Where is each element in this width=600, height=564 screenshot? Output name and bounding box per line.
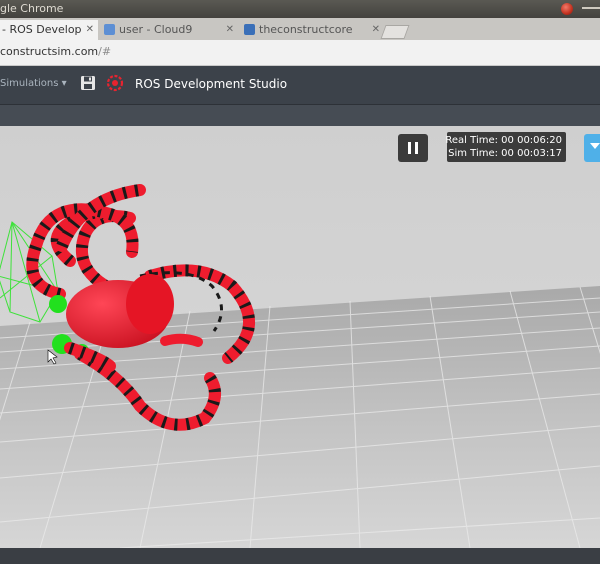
tab-close-icon[interactable]: ✕ (226, 20, 234, 40)
sim-time-value: 00 00:03:17 (501, 148, 562, 159)
cloud9-icon (104, 24, 115, 35)
tab-label: user - Cloud9 (119, 23, 193, 36)
bottom-status-bar (0, 548, 600, 564)
window-minimize-button[interactable] (582, 7, 600, 9)
expand-button[interactable] (584, 134, 600, 162)
browser-tab-strip: - ROS Develop ✕ user - Cloud9 ✕ theconst… (0, 18, 600, 40)
floppy-disk-icon[interactable] (80, 75, 96, 91)
simulation-viewport[interactable]: Real Time: 00 00:06:20 Sim Time: 00 00:0… (0, 126, 600, 548)
tab-close-icon[interactable]: ✕ (372, 20, 380, 40)
tab-label: - ROS Develop (2, 23, 82, 36)
url-text[interactable]: constructsim.com/# (0, 45, 111, 58)
ros-logo-icon[interactable] (106, 74, 124, 92)
sim-time-panel: Real Time: 00 00:06:20 Sim Time: 00 00:0… (445, 132, 566, 162)
pause-button[interactable] (398, 134, 428, 162)
arrow-down-icon (590, 143, 600, 149)
address-bar[interactable]: constructsim.com/# (0, 40, 600, 66)
pause-icon (408, 142, 411, 154)
app-title: ROS Development Studio (135, 77, 288, 91)
gazebo-scene[interactable] (0, 126, 600, 548)
joint-marker (49, 295, 67, 313)
real-time-value: 00 00:06:20 (501, 135, 562, 146)
sim-time-row: Sim Time: 00 00:03:17 (448, 148, 562, 159)
window-close-button[interactable] (561, 3, 573, 15)
window-title-bar: gle Chrome (0, 0, 600, 18)
app-sub-toolbar (0, 104, 600, 127)
app-toolbar: Simulations ▾ ROS Development Studio (0, 66, 600, 104)
tab-close-icon[interactable]: ✕ (86, 20, 94, 40)
tab-cloud9[interactable]: user - Cloud9 ✕ (100, 20, 238, 40)
new-tab-button[interactable] (380, 25, 410, 39)
page-icon (244, 24, 255, 35)
tab-label: theconstructcore (259, 23, 353, 36)
tab-ros-development[interactable]: - ROS Develop ✕ (0, 20, 98, 40)
simulations-menu[interactable]: Simulations ▾ (0, 78, 67, 89)
real-time-row: Real Time: 00 00:06:20 (445, 135, 562, 146)
window-title: gle Chrome (0, 2, 64, 15)
tab-theconstructcore[interactable]: theconstructcore ✕ (238, 20, 384, 40)
